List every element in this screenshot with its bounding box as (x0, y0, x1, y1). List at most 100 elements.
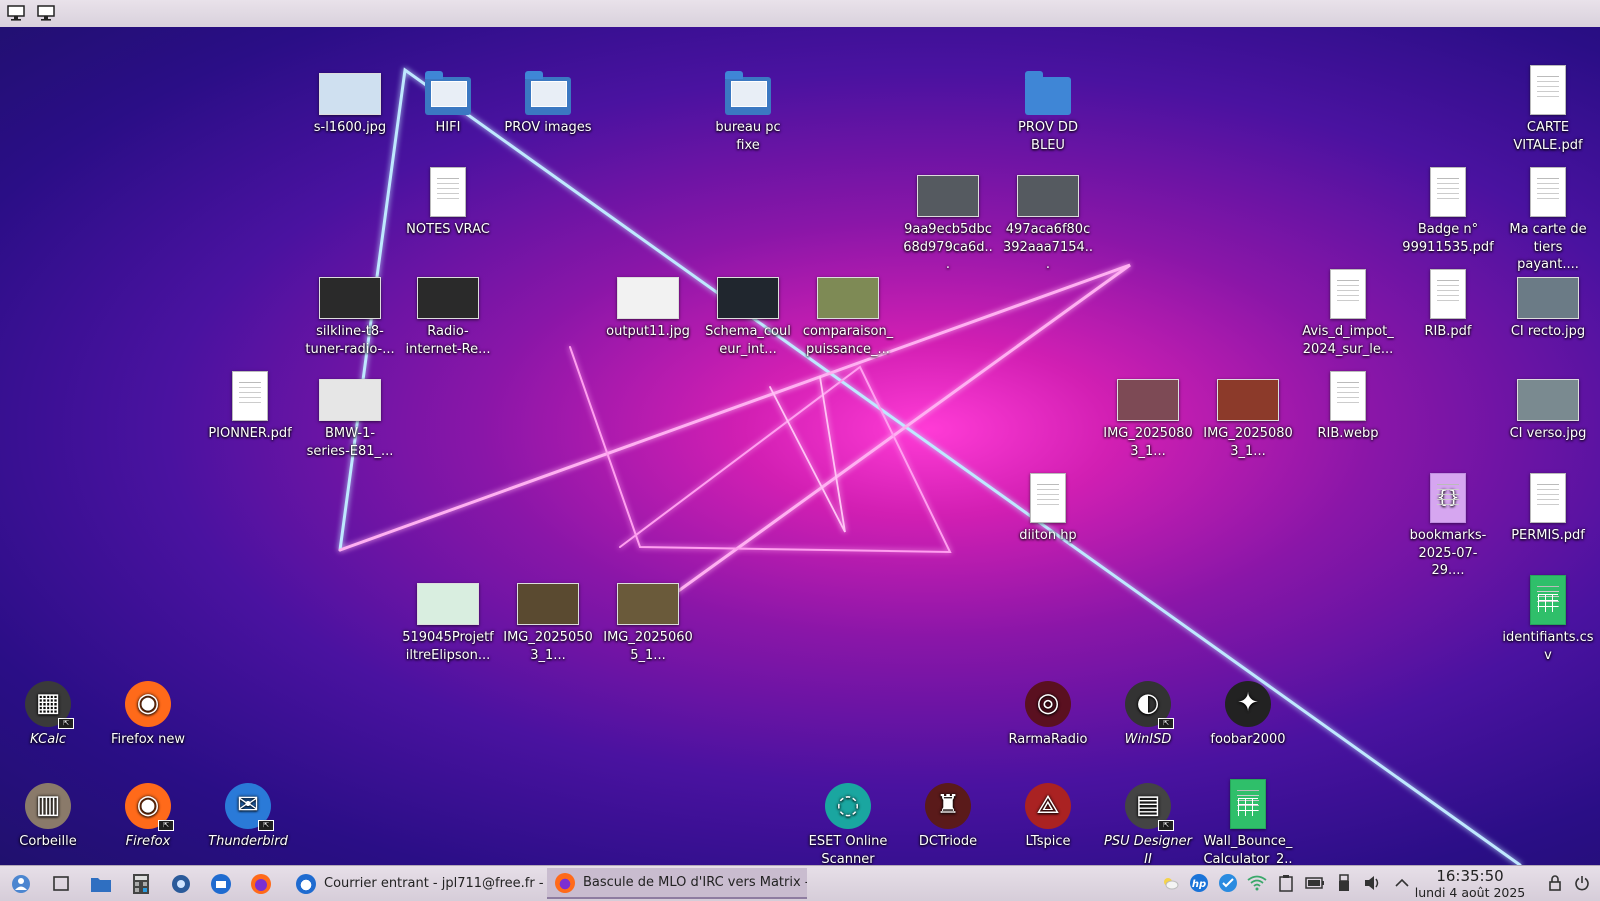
usb-icon[interactable] (1334, 873, 1354, 893)
desktop-icon-prov-dd-bleu[interactable]: PROV DD BLEU (1000, 61, 1096, 154)
desktop-icon-radio-internet-re[interactable]: Radio-internet-Re... (400, 265, 496, 358)
desktop-icon-label: PROV DD BLEU (1018, 120, 1078, 153)
desktop-icon-img-20250803-1[interactable]: IMG_20250803_1... (1200, 367, 1296, 460)
image-thumbnail-icon (616, 269, 680, 319)
desktop-icon-bookmarks-2025-07-29[interactable]: {} bookmarks-2025-07-29.... (1400, 469, 1496, 580)
desktop-icon-label: IMG_20250503_1... (503, 630, 593, 663)
task-label: Bascule de MLO d'IRC vers Matrix -... (583, 875, 807, 890)
desktop-icon-bureau-pc-fixe[interactable]: bureau pc fixe (700, 61, 796, 154)
desktop-icon-label: HIFI (435, 120, 461, 135)
corbeille-icon: ▥ (16, 779, 80, 829)
firefox-new-icon: ◉ (116, 677, 180, 727)
desktop-icon-label: IMG_20250803_1... (1203, 426, 1293, 459)
taskbar: Courrier entrant - jpl711@free.fr - ... B… (0, 865, 1600, 901)
desktop-icon-psu-designer-ii[interactable]: ▤ ⇱ PSU Designer II (1100, 775, 1196, 865)
desktop-icon-label: Firefox (125, 834, 171, 849)
clipboard-icon[interactable] (1276, 873, 1296, 893)
desktop-icon-label: RarmaRadio (1008, 732, 1088, 747)
document-icon (1316, 269, 1380, 319)
thunderbird-icon (296, 873, 316, 894)
desktop-icon-bmw-1-series-e81[interactable]: BMW-1-series-E81_... (302, 367, 398, 460)
desktop-icon-ltspice[interactable]: ⟁ LTspice (1000, 775, 1096, 851)
desktop-icon-ci-recto-jpg[interactable]: CI recto.jpg (1500, 265, 1596, 341)
foobar2000-icon: ✦ (1216, 677, 1280, 727)
desktop-icon-s-l1600-jpg[interactable]: s-l1600.jpg (302, 61, 398, 137)
eset-online-scanner-icon: ◌ (816, 779, 880, 829)
desktop-icon-corbeille[interactable]: ▥ Corbeille (0, 775, 96, 851)
desktop-icon-thunderbird[interactable]: ✉ ⇱ Thunderbird (200, 775, 296, 851)
folder-icon (1016, 65, 1080, 115)
check-icon[interactable] (1218, 873, 1238, 893)
desktop-icon-rarmaradio[interactable]: ◎ RarmaRadio (1000, 673, 1096, 749)
task-button-1[interactable]: Courrier entrant - jpl711@free.fr - ... (288, 868, 546, 899)
desktop-icon-firefox-new[interactable]: ◉ Firefox new (100, 673, 196, 749)
application-menu-icon[interactable] (9, 871, 33, 896)
desktop-icon-label: RIB.webp (1317, 426, 1379, 441)
desktop-icon-permis-pdf[interactable]: PERMIS.pdf (1500, 469, 1596, 545)
desktop-icon-winisd[interactable]: ◐ ⇱ WinISD (1100, 673, 1196, 749)
desktop-icon-img-20250605-1[interactable]: IMG_20250605_1... (600, 571, 696, 664)
neon-wallpaper (338, 67, 1522, 865)
desktop-icon-schema-couleur-int[interactable]: Schema_couleur_int... (700, 265, 796, 358)
desktop-icon-ci-verso-jpg[interactable]: CI verso.jpg (1500, 367, 1596, 443)
desktop-icon-img-20250503-1[interactable]: IMG_20250503_1... (500, 571, 596, 664)
thunderbird-icon[interactable] (209, 871, 233, 896)
desktop-icon-rib-pdf[interactable]: RIB.pdf (1400, 265, 1496, 341)
desktop-icon-carte-vitale-pdf[interactable]: CARTE VITALE.pdf (1500, 61, 1596, 154)
desktop-icon-pionner-pdf[interactable]: PIONNER.pdf (202, 367, 298, 443)
settings-icon[interactable] (169, 871, 193, 896)
desktop-icon-badge-n-99911535-pdf[interactable]: Badge n° 99911535.pdf (1400, 163, 1496, 256)
desktop-icon-hifi[interactable]: HIFI (400, 61, 496, 137)
top-panel (0, 0, 1600, 28)
desktop-icon-label: CARTE VITALE.pdf (1513, 120, 1583, 153)
desktop-icon-497aca6f80c392aaa7154[interactable]: 497aca6f80c392aaa7154... (1000, 163, 1096, 274)
desktop-icon-9aa9ecb5dbc68d979ca6d[interactable]: 9aa9ecb5dbc68d979ca6d... (900, 163, 996, 274)
image-thumbnail-icon (416, 269, 480, 319)
clock-time: 16:35:50 (1436, 867, 1504, 885)
hp-icon[interactable]: hp (1189, 873, 1209, 893)
desktop-icon-avis-d-impot-2024-sur-le[interactable]: Avis_d_impot_2024_sur_le... (1300, 265, 1396, 358)
wifi-icon[interactable] (1247, 873, 1267, 893)
desktop-icon-label: foobar2000 (1210, 732, 1286, 747)
desktop-icon-notes-vrac[interactable]: NOTES VRAC (400, 163, 496, 239)
desktop-icon-label: WinISD (1124, 732, 1172, 747)
document-icon (1016, 473, 1080, 523)
lock-icon[interactable] (1545, 873, 1565, 893)
show-desktop-icon[interactable] (49, 871, 73, 896)
clock[interactable]: 16:35:50 lundi 4 août 2025 (1400, 867, 1540, 901)
desktop-icon-label: CI verso.jpg (1509, 426, 1587, 441)
battery-icon[interactable] (1305, 873, 1325, 893)
desktop-icon-comparaison-puissance[interactable]: comparaison_puissance_... (800, 265, 896, 358)
desktop-icon-519045projetfiltreelipson[interactable]: 519045ProjetfiltreElipson... (400, 571, 496, 664)
file-manager-icon[interactable] (89, 871, 113, 896)
desktop-icon-label: Radio-internet-Re... (405, 324, 491, 357)
desktop-icon-foobar2000[interactable]: ✦ foobar2000 (1200, 673, 1296, 749)
desktop[interactable]: s-l1600.jpg HIFI PROV images bureau pc fixe… (0, 27, 1600, 865)
monitor-icon[interactable] (6, 4, 26, 22)
monitor-icon[interactable] (36, 4, 56, 22)
calculator-icon[interactable] (129, 871, 153, 896)
desktop-icon-label: Schema_couleur_int... (705, 324, 791, 357)
image-thumbnail-icon (816, 269, 880, 319)
desktop-icon-identifiants-csv[interactable]: identifiants.csv (1500, 571, 1596, 664)
document-icon (1316, 371, 1380, 421)
weather-icon[interactable] (1160, 873, 1180, 893)
document-icon (1516, 473, 1580, 523)
desktop-icon-firefox[interactable]: ◉ ⇱ Firefox (100, 775, 196, 851)
desktop-icon-eset-online-scanner[interactable]: ◌ ESET Online Scanner (800, 775, 896, 865)
desktop-icon-kcalc[interactable]: ▦ ⇱ KCalc (0, 673, 96, 749)
desktop-icon-rib-webp[interactable]: RIB.webp (1300, 367, 1396, 443)
desktop-icon-diiton-hp[interactable]: diiton hp (1000, 469, 1096, 545)
task-button-2[interactable]: Bascule de MLO d'IRC vers Matrix -... (547, 868, 807, 899)
desktop-icon-img-20250803-1[interactable]: IMG_20250803_1... (1100, 367, 1196, 460)
desktop-icon-prov-images[interactable]: PROV images (500, 61, 596, 137)
desktop-icon-wall-bounce-calculator-2[interactable]: Wall_Bounce_Calculator_2... (1200, 775, 1296, 865)
firefox-icon[interactable] (249, 871, 273, 896)
desktop-icon-silkline-t8-tuner-radio[interactable]: silkline-t8-tuner-radio-... (302, 265, 398, 358)
desktop-icon-dctriode[interactable]: ♜ DCTriode (900, 775, 996, 851)
desktop-icon-output11-jpg[interactable]: output11.jpg (600, 265, 696, 341)
power-icon[interactable] (1572, 873, 1592, 893)
volume-icon[interactable] (1363, 873, 1383, 893)
desktop-icon-ma-carte-de-tiers-payant[interactable]: Ma carte de tiers payant.... (1500, 163, 1596, 274)
image-thumbnail-icon (1516, 371, 1580, 421)
